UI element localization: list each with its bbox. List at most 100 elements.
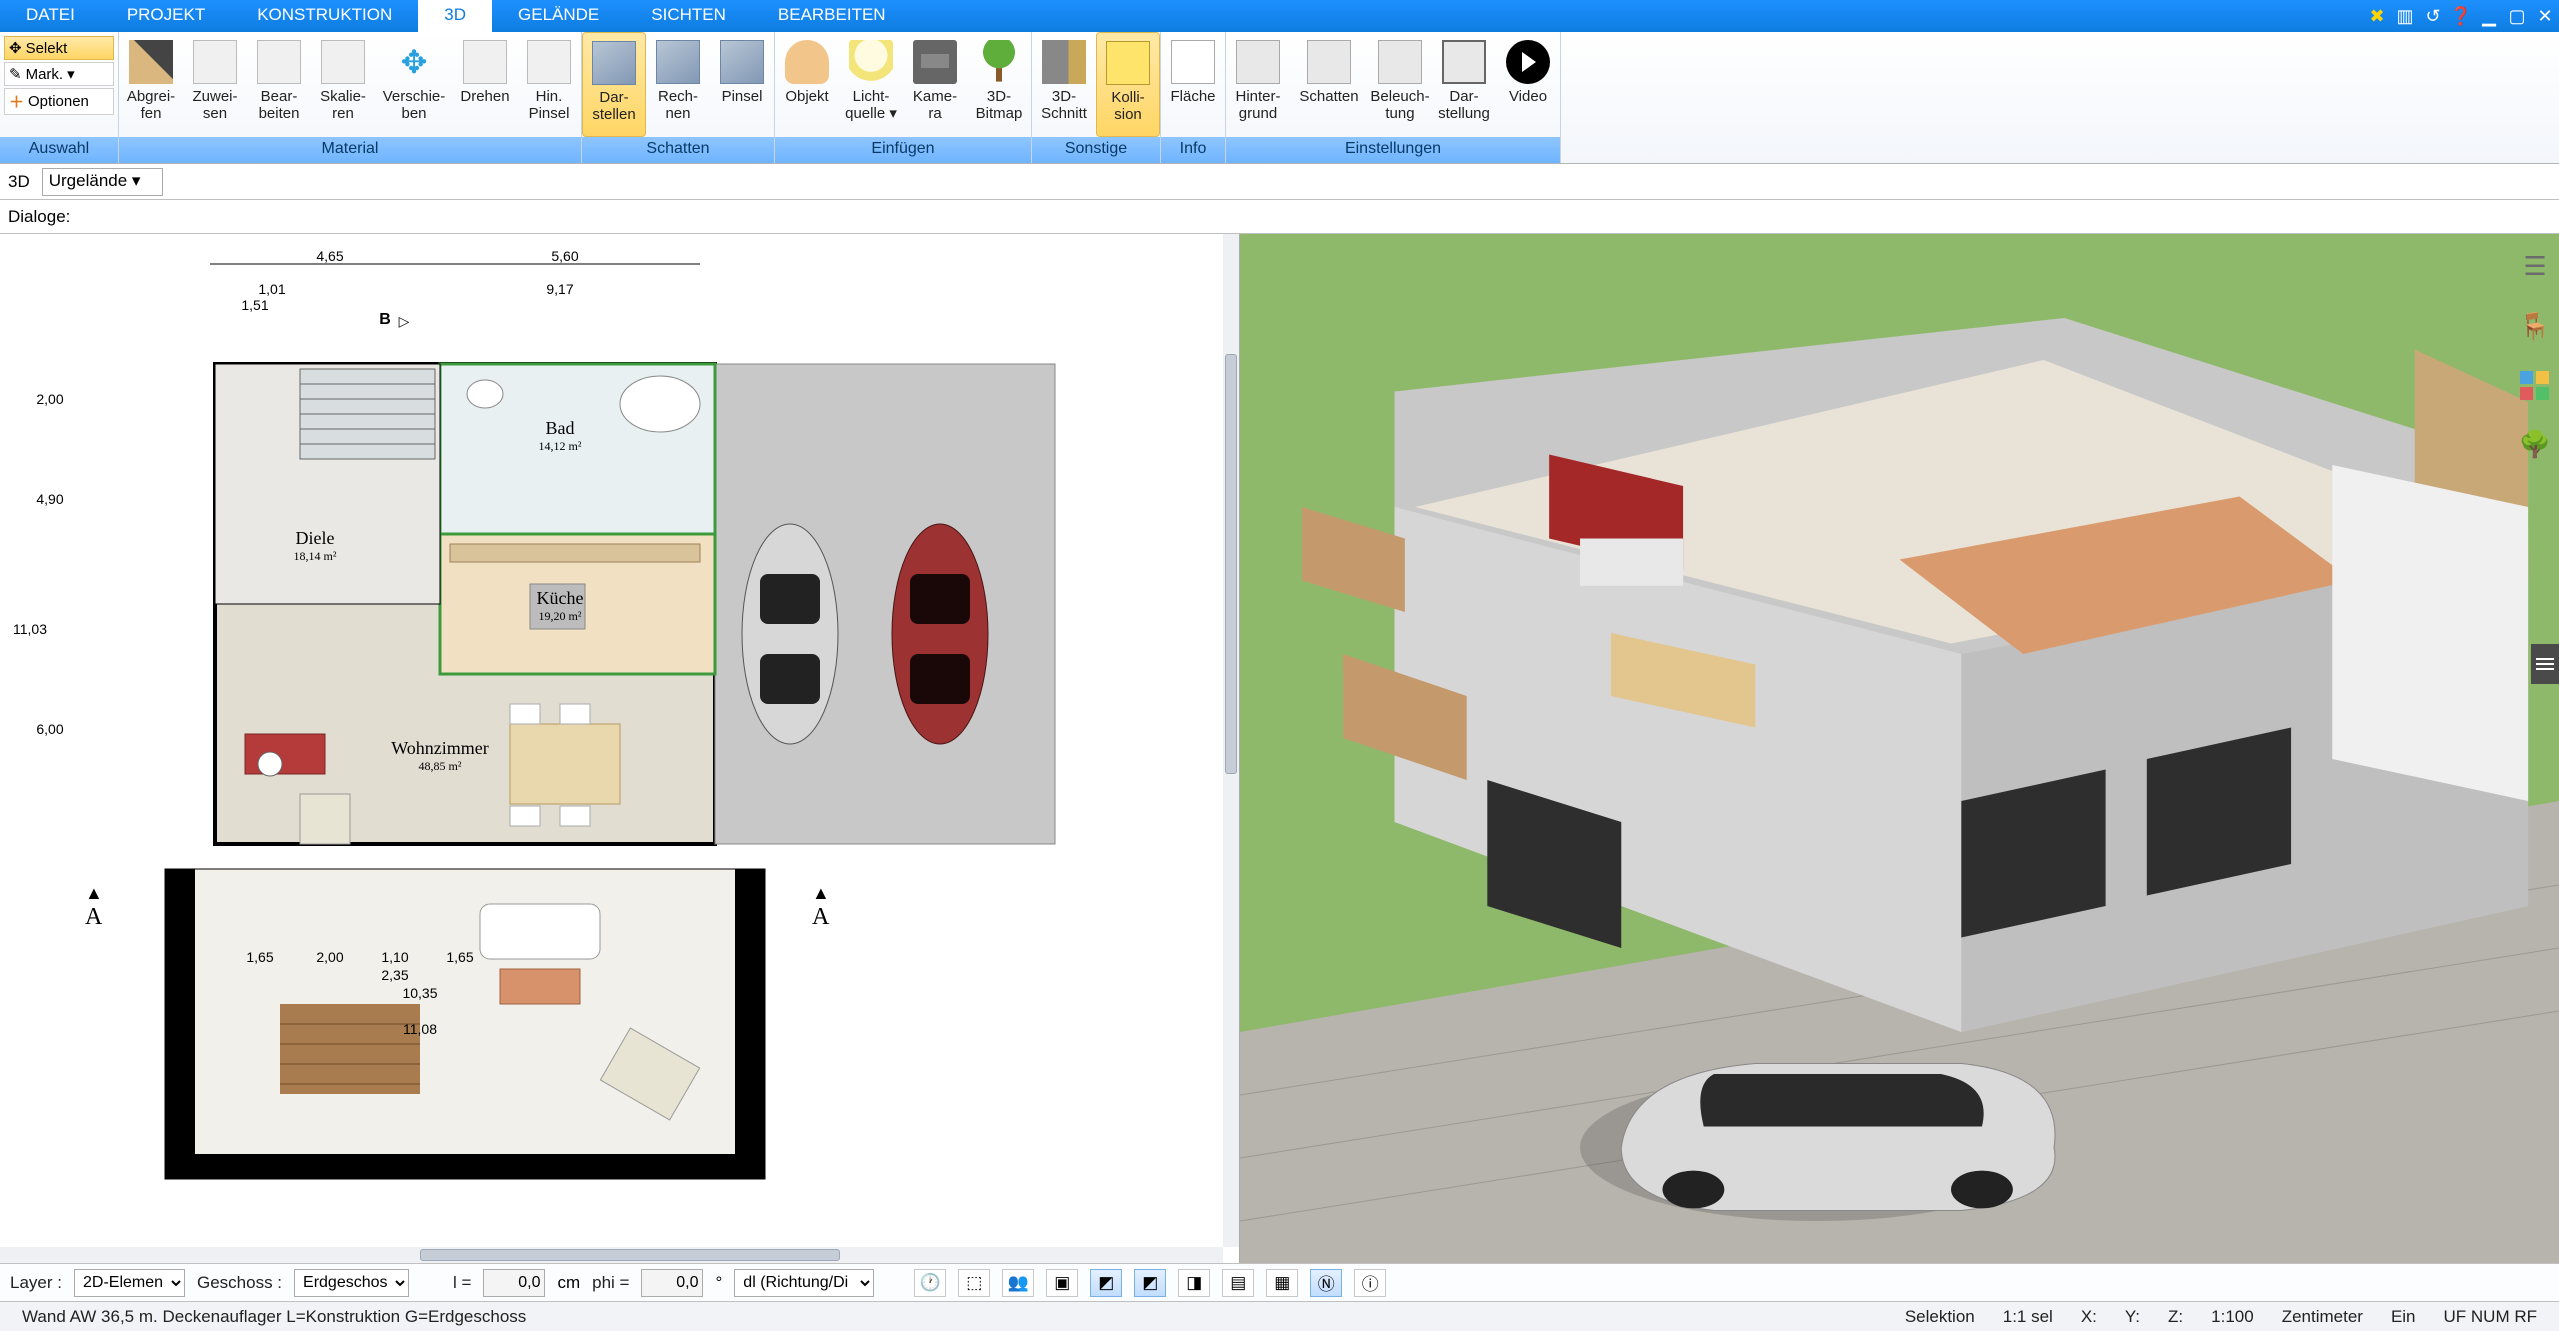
tool-icon-3[interactable]: ↺	[2419, 0, 2447, 32]
toggle-1-icon[interactable]: ◩	[1090, 1269, 1122, 1297]
menu-tab-gelaende[interactable]: GELÄNDE	[492, 0, 625, 32]
kamera-button[interactable]: Kame- ra	[903, 32, 967, 137]
plan-2d-view[interactable]: 4,65 5,60 9,17 1,01 1,51 B ▷	[0, 234, 1240, 1263]
persons-icon[interactable]: 👥	[1002, 1269, 1034, 1297]
bottom-toolbar: Layer : 2D-Elemen Geschoss : Erdgeschos …	[0, 1263, 2559, 1301]
edit-icon	[257, 40, 301, 84]
globe-icon[interactable]: ⬚	[958, 1269, 990, 1297]
skalieren-button[interactable]: Skalie- ren	[311, 32, 375, 137]
hintergrund-button[interactable]: Hinter- grund	[1226, 32, 1290, 137]
svg-text:1,65: 1,65	[446, 949, 473, 965]
camera-icon	[913, 40, 957, 84]
abgreifen-button[interactable]: Abgrei- fen	[119, 32, 183, 137]
floorplan-canvas[interactable]: 4,65 5,60 9,17 1,01 1,51 B ▷	[0, 234, 1220, 1224]
flaeche-button[interactable]: Fläche	[1161, 32, 1225, 137]
tree-view-icon[interactable]: 🌳	[2519, 428, 2551, 460]
terrain-dropdown[interactable]: Urgelände ▾	[42, 168, 164, 196]
menu-tab-3d[interactable]: 3D	[418, 0, 492, 32]
car-red-icon	[892, 524, 988, 744]
phi-input[interactable]	[641, 1269, 703, 1297]
ribbon-group-einstellungen: Hinter- grund Schatten Beleuch- tung Dar…	[1226, 32, 1561, 163]
direction-dropdown[interactable]: dl (Richtung/Di	[734, 1269, 874, 1297]
clock-icon[interactable]: 🕐	[914, 1269, 946, 1297]
svg-text:11,08: 11,08	[403, 1021, 437, 1037]
pinsel-button[interactable]: Pinsel	[710, 32, 774, 137]
sofa-icon	[245, 734, 325, 774]
toilet-icon	[467, 380, 503, 408]
view-3d[interactable]: ☰ 🪑 🌳	[1240, 234, 2559, 1263]
3d-schnitt-button[interactable]: 3D- Schnitt	[1032, 32, 1096, 137]
room-diele-name: Diele	[296, 528, 335, 548]
eyedropper-icon	[129, 40, 173, 84]
selekt-button[interactable]: ✥Selekt	[4, 36, 114, 60]
layer-dropdown[interactable]: 2D-Elemen	[74, 1269, 185, 1297]
scroll-horizontal[interactable]	[0, 1247, 1223, 1263]
zuweisen-button[interactable]: Zuwei- sen	[183, 32, 247, 137]
bearbeiten-button[interactable]: Bear- beiten	[247, 32, 311, 137]
info-icon[interactable]: ⓘ	[1354, 1269, 1386, 1297]
lichtquelle-button[interactable]: Licht- quelle ▾	[839, 32, 903, 137]
shadow-opt-icon	[1307, 40, 1351, 84]
svg-text:▲: ▲	[812, 883, 830, 903]
maximize-button[interactable]: ▢	[2503, 0, 2531, 32]
cursor-icon: ✥	[9, 39, 22, 57]
chair-view-icon[interactable]: 🪑	[2519, 310, 2551, 342]
section-b-top: B	[379, 311, 391, 328]
grid-icon[interactable]: ▦	[1266, 1269, 1298, 1297]
ribbon-group-auswahl: ✥Selekt ✎Mark. ▾ ＋Optionen Auswahl	[0, 32, 119, 163]
kollision-button[interactable]: Kolli- sion	[1096, 32, 1160, 137]
mark-button[interactable]: ✎Mark. ▾	[4, 62, 114, 86]
3d-bitmap-button[interactable]: 3D- Bitmap	[967, 32, 1031, 137]
geschoss-dropdown[interactable]: Erdgeschos	[294, 1269, 409, 1297]
svg-text:6,00: 6,00	[36, 721, 63, 737]
scroll-vertical[interactable]	[1223, 234, 1239, 1247]
rotate-icon	[463, 40, 507, 84]
tool-icon-1[interactable]: ✖	[2363, 0, 2391, 32]
render-canvas[interactable]	[1240, 234, 2559, 1263]
bg-icon	[1236, 40, 1280, 84]
l-input[interactable]	[483, 1269, 545, 1297]
status-selektion: Selektion	[1891, 1307, 1989, 1327]
menu-tab-datei[interactable]: DATEI	[0, 0, 101, 32]
ribbon-group-material: Abgrei- fen Zuwei- sen Bear- beiten Skal…	[119, 32, 582, 163]
toggle-3-icon[interactable]: ◨	[1178, 1269, 1210, 1297]
color-palette-icon[interactable]	[2520, 370, 2550, 400]
terrace	[165, 869, 765, 1179]
video-button[interactable]: Video	[1496, 32, 1560, 137]
status-y: Y:	[2111, 1307, 2154, 1327]
bath-3d	[2332, 465, 2528, 801]
hin-pinsel-button[interactable]: Hin. Pinsel	[517, 32, 581, 137]
objekt-button[interactable]: Objekt	[775, 32, 839, 137]
layers-icon[interactable]: ☰	[2519, 250, 2551, 282]
darstellen-button[interactable]: Dar- stellen	[582, 32, 646, 137]
menu-tab-konstruktion[interactable]: KONSTRUKTION	[231, 0, 418, 32]
layers2-icon[interactable]: ▤	[1222, 1269, 1254, 1297]
copy-icon[interactable]: ▣	[1046, 1269, 1078, 1297]
tool-icon-2[interactable]: ▥	[2391, 0, 2419, 32]
bg-brush-icon	[527, 40, 571, 84]
menu-bar: DATEI PROJEKT KONSTRUKTION 3D GELÄNDE SI…	[0, 0, 2559, 32]
minimize-button[interactable]: ▁	[2475, 0, 2503, 32]
toggle-2-icon[interactable]: ◩	[1134, 1269, 1166, 1297]
rechnen-button[interactable]: Rech- nen	[646, 32, 710, 137]
dim-1p51: 1,51	[241, 297, 268, 313]
drehen-button[interactable]: Drehen	[453, 32, 517, 137]
side-panel-toggle[interactable]	[2531, 644, 2559, 684]
beleuchtung-button[interactable]: Beleuch- tung	[1368, 32, 1432, 137]
schatten-opt-button[interactable]: Schatten	[1290, 32, 1368, 137]
scale-icon	[321, 40, 365, 84]
help-icon[interactable]: ❓	[2447, 0, 2475, 32]
svg-text:2,35: 2,35	[381, 967, 408, 983]
menu-tab-bearbeiten[interactable]: BEARBEITEN	[752, 0, 912, 32]
close-button[interactable]: ✕	[2531, 0, 2559, 32]
verschieben-button[interactable]: ✥Verschie- ben	[375, 32, 453, 137]
tree-icon	[977, 40, 1021, 84]
north-icon[interactable]: Ⓝ	[1310, 1269, 1342, 1297]
menu-tab-projekt[interactable]: PROJEKT	[101, 0, 231, 32]
ribbon-group-schatten: Dar- stellen Rech- nen Pinsel Schatten	[582, 32, 775, 163]
darstellung-button[interactable]: Dar- stellung	[1432, 32, 1496, 137]
optionen-button[interactable]: ＋Optionen	[4, 88, 114, 115]
svg-text:1,65: 1,65	[246, 949, 273, 965]
window-buttons: ✖ ▥ ↺ ❓ ▁ ▢ ✕	[2363, 0, 2559, 32]
menu-tab-sichten[interactable]: SICHTEN	[625, 0, 752, 32]
